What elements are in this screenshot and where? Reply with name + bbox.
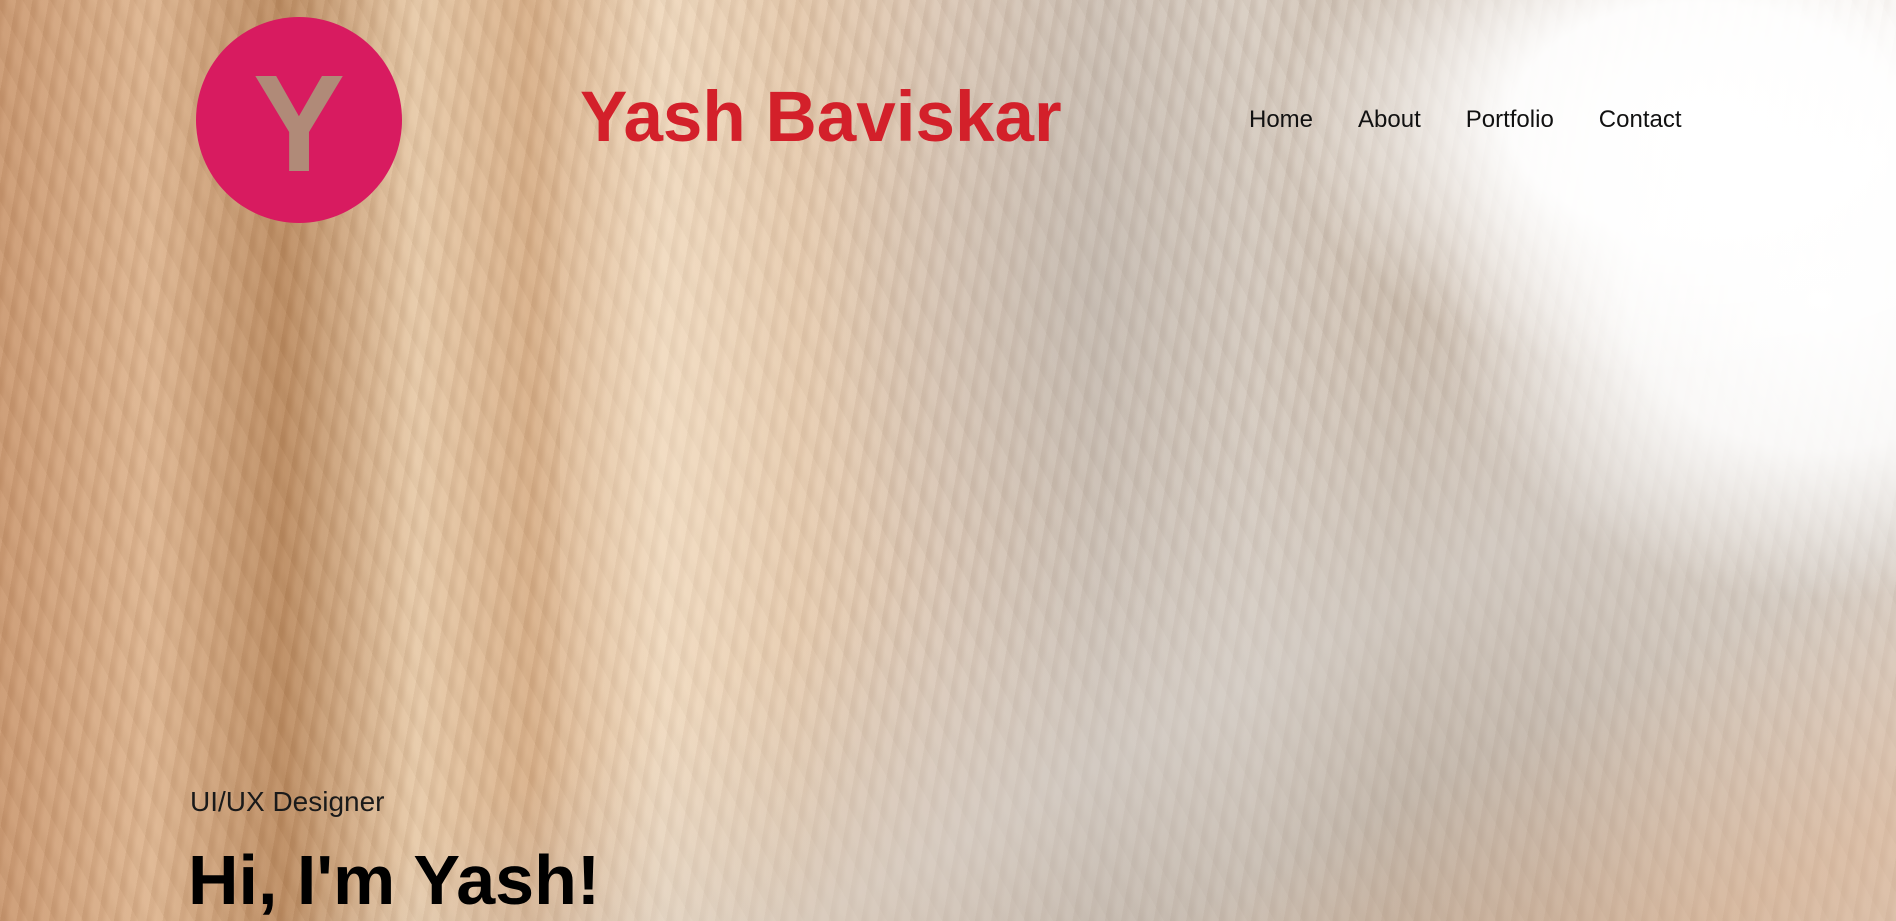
nav-item-home: Home: [1249, 106, 1313, 134]
logo-letter: Y: [252, 47, 346, 201]
hero-subtitle: UI/UX Designer: [190, 786, 385, 817]
nav-item-portfolio: Portfolio: [1466, 106, 1554, 134]
nav-link-portfolio[interactable]: Portfolio: [1466, 106, 1554, 133]
nav-item-about: About: [1358, 106, 1421, 134]
portfolio-page: Y Yash Baviskar Home About Portfolio Con…: [0, 0, 1896, 921]
site-title: Yash Baviskar: [580, 78, 1062, 157]
nav-link-home[interactable]: Home: [1249, 106, 1313, 133]
nav-link-contact[interactable]: Contact: [1599, 106, 1682, 133]
nav-item-contact: Contact: [1599, 106, 1682, 134]
hero-heading: Hi, I'm Yash!: [188, 841, 601, 919]
logo[interactable]: Y: [196, 17, 402, 223]
nav-link-about[interactable]: About: [1358, 106, 1421, 133]
nav-list: Home About Portfolio Contact: [1249, 106, 1682, 134]
